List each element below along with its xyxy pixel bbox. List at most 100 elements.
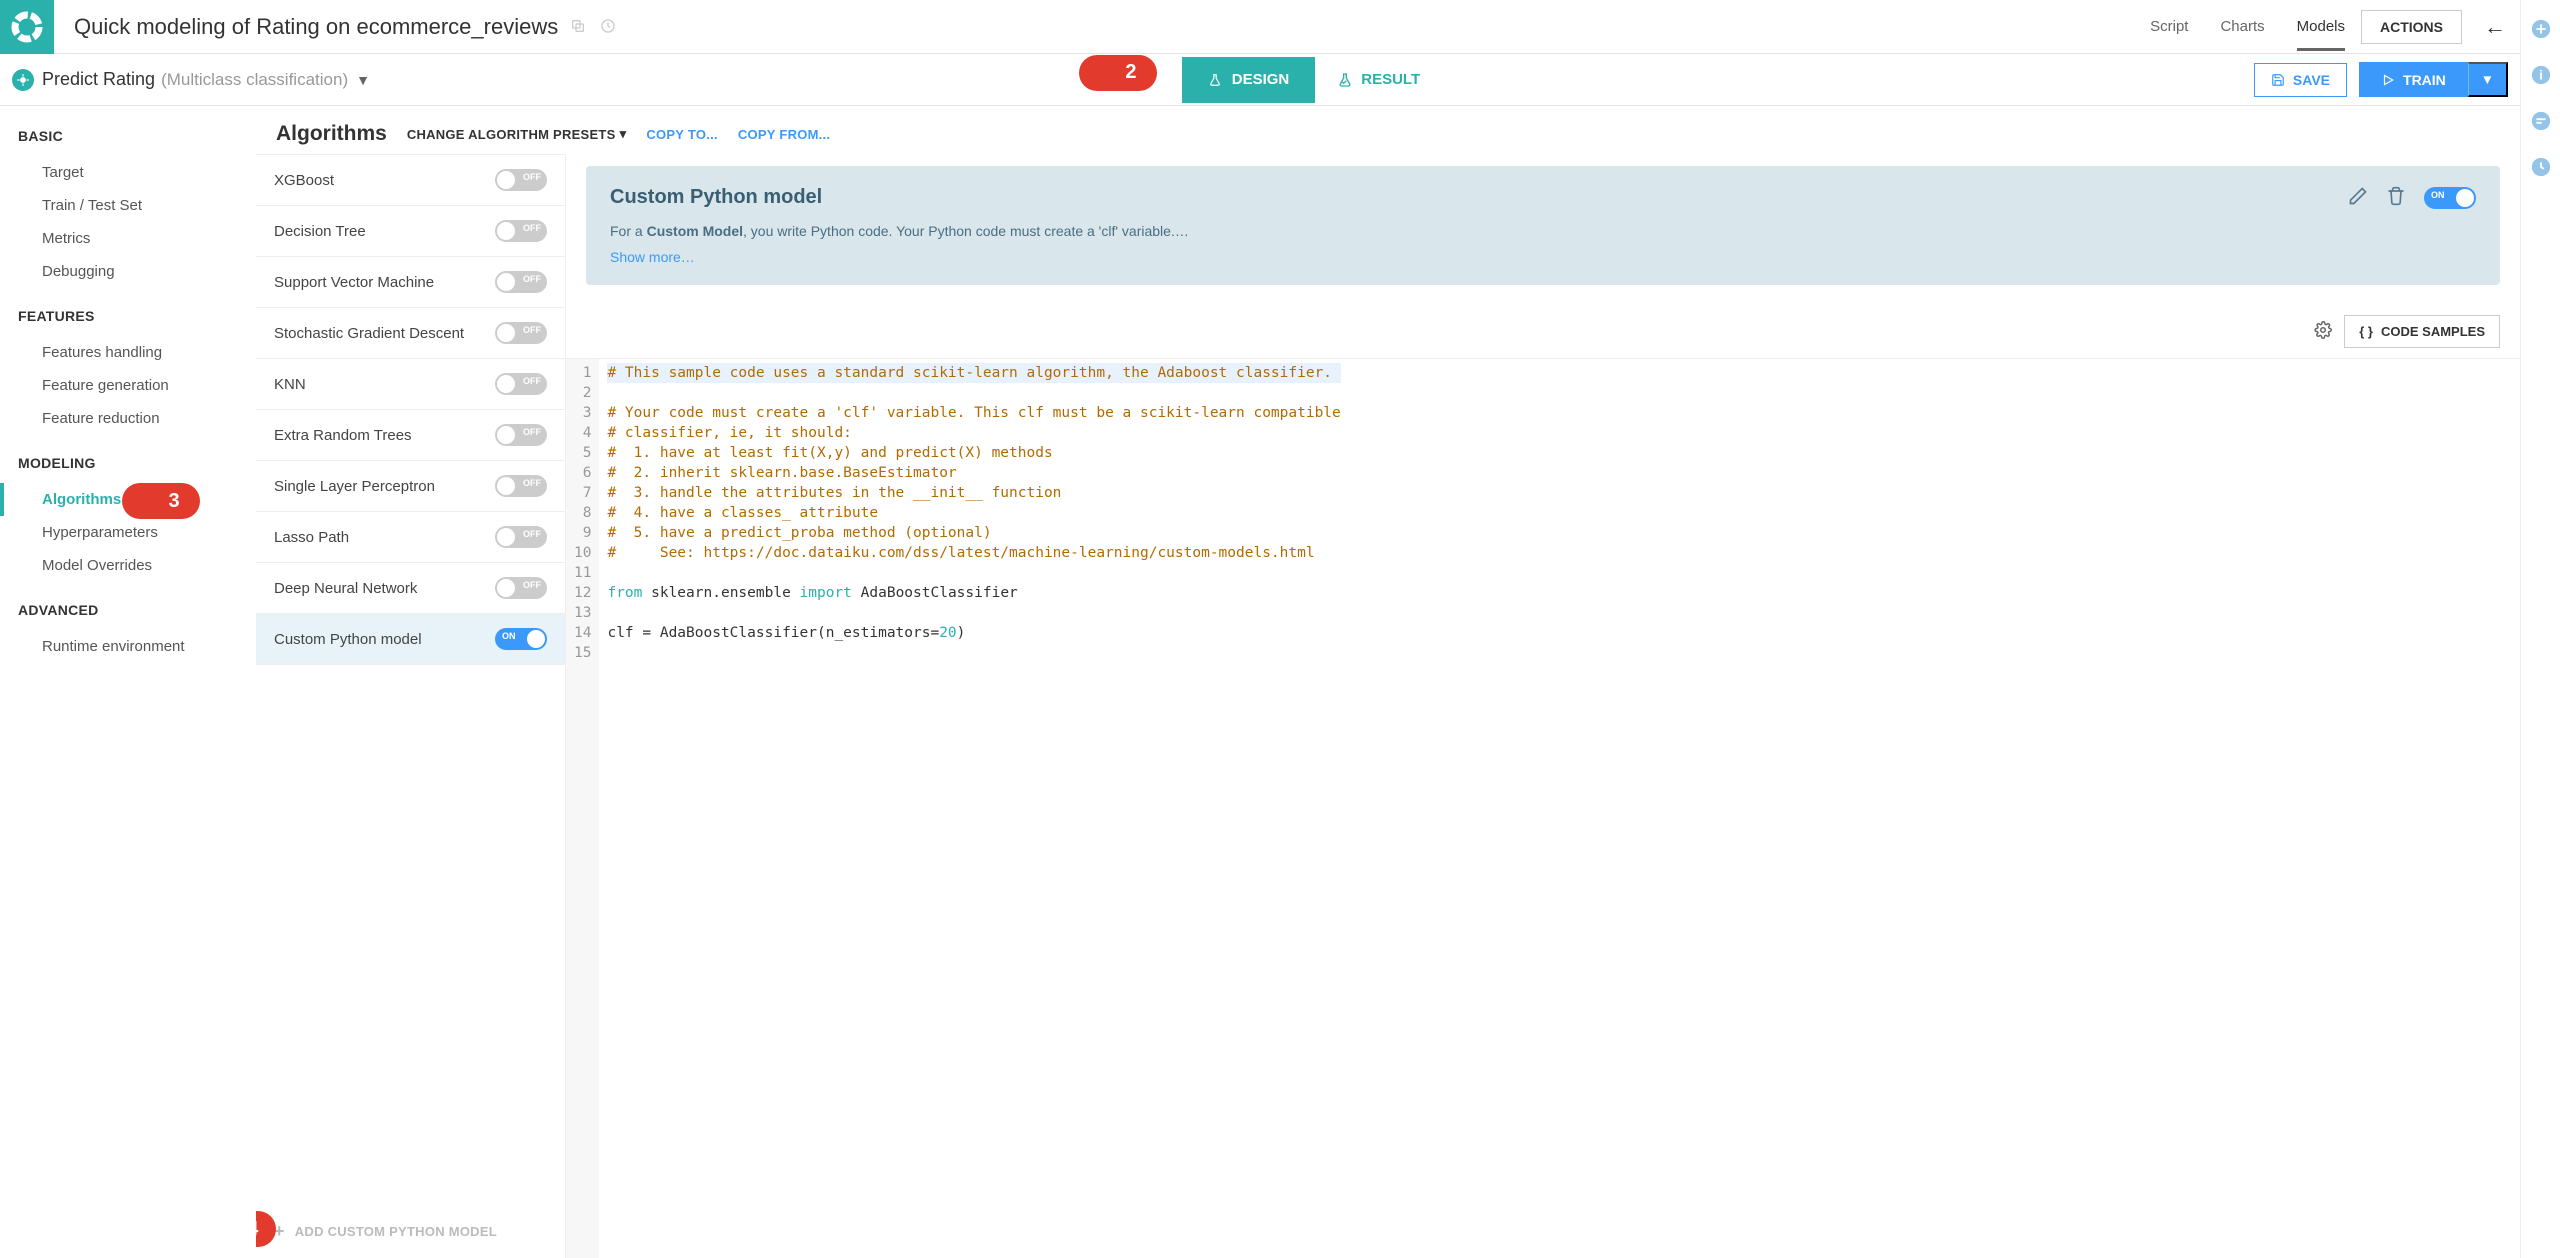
predict-dropdown-icon[interactable]: ▼ bbox=[356, 72, 370, 88]
sidebar-item-debugging[interactable]: Debugging bbox=[0, 255, 256, 288]
page-title-text: Quick modeling of Rating on ecommerce_re… bbox=[74, 14, 558, 40]
predict-label: Predict Rating bbox=[42, 69, 155, 90]
sidebar-item-train-test-set[interactable]: Train / Test Set bbox=[0, 189, 256, 222]
algo-item-knn[interactable]: KNN OFF bbox=[256, 359, 565, 410]
sidebar-item-feature-generation[interactable]: Feature generation bbox=[0, 369, 256, 402]
algo-item-support-vector-machine[interactable]: Support Vector Machine OFF bbox=[256, 257, 565, 308]
page-title: Quick modeling of Rating on ecommerce_re… bbox=[74, 14, 2150, 40]
custom-model-toggle[interactable]: ON bbox=[2424, 187, 2476, 209]
predict-badge-icon bbox=[12, 69, 34, 91]
delete-icon[interactable] bbox=[2386, 186, 2406, 209]
clock-circle-icon[interactable] bbox=[2530, 156, 2552, 178]
flask-icon bbox=[1208, 71, 1222, 89]
train-label: TRAIN bbox=[2403, 72, 2446, 88]
algo-item-label: KNN bbox=[274, 376, 306, 393]
algo-item-xgboost[interactable]: XGBoost OFF bbox=[256, 155, 565, 206]
algo-item-lasso-path[interactable]: Lasso PathOFF bbox=[256, 512, 565, 563]
save-button[interactable]: SAVE bbox=[2254, 63, 2347, 97]
code-body[interactable]: # This sample code uses a standard sciki… bbox=[599, 359, 1348, 1258]
add-custom-label: ADD CUSTOM PYTHON MODEL bbox=[295, 1224, 497, 1239]
back-arrow-icon[interactable]: ← bbox=[2484, 14, 2506, 40]
algo-item-label: XGBoost bbox=[274, 172, 334, 189]
algo-item-label: Decision Tree bbox=[274, 223, 366, 240]
train-button[interactable]: TRAIN bbox=[2359, 62, 2468, 97]
algo-item-stochastic-gradient-descent[interactable]: Stochastic Gradient Descent OFF bbox=[256, 308, 565, 359]
predict-subtitle: (Multiclass classification) bbox=[161, 70, 348, 90]
info-circle-icon[interactable]: i bbox=[2530, 64, 2552, 86]
algo-item-deep-neural-network[interactable]: Deep Neural Network OFF bbox=[256, 563, 565, 614]
custom-model-info-box: Custom Python model For a Custom Model, … bbox=[586, 166, 2500, 285]
algo-item-label: Support Vector Machine bbox=[274, 274, 434, 291]
svg-text:i: i bbox=[2539, 68, 2543, 83]
copy-from-button[interactable]: COPY FROM... bbox=[738, 127, 830, 142]
algo-item-single-layer-perceptron[interactable]: Single Layer PerceptronOFF bbox=[256, 461, 565, 512]
tab-charts[interactable]: Charts bbox=[2220, 2, 2264, 51]
result-label: RESULT bbox=[1361, 71, 1420, 88]
code-samples-label: CODE SAMPLES bbox=[2381, 324, 2485, 339]
algorithm-detail-panel: Custom Python model For a Custom Model, … bbox=[566, 154, 2520, 1258]
main-content: Algorithms CHANGE ALGORITHM PRESETS ▾ CO… bbox=[256, 106, 2520, 1258]
sidebar-item-hyperparameters[interactable]: Hyperparameters bbox=[0, 516, 256, 549]
algo-toggle[interactable]: OFF bbox=[495, 220, 547, 242]
algo-item-label: Deep Neural Network bbox=[274, 580, 417, 597]
add-custom-python-model-button[interactable]: 4 + ADD CUSTOM PYTHON MODEL bbox=[256, 1205, 565, 1258]
show-more-link[interactable]: Show more… bbox=[610, 249, 2328, 265]
algo-toggle[interactable]: OFF bbox=[495, 373, 547, 395]
sidebar-item-metrics[interactable]: Metrics bbox=[0, 222, 256, 255]
change-algorithm-presets-button[interactable]: CHANGE ALGORITHM PRESETS ▾ bbox=[407, 126, 627, 142]
algo-toggle[interactable]: ON bbox=[495, 628, 547, 650]
add-circle-icon[interactable] bbox=[2530, 18, 2552, 40]
tab-script[interactable]: Script bbox=[2150, 2, 2188, 51]
sidebar-item-features-handling[interactable]: Features handling bbox=[0, 336, 256, 369]
sidebar: BASIC Target Train / Test Set Metrics De… bbox=[0, 106, 256, 1258]
algorithms-title: Algorithms bbox=[276, 122, 387, 146]
tab-models[interactable]: Models bbox=[2297, 2, 2345, 51]
sidebar-item-target[interactable]: Target bbox=[0, 156, 256, 189]
info-description: For a Custom Model, you write Python cod… bbox=[610, 223, 2328, 239]
copy-icon[interactable] bbox=[570, 14, 586, 40]
gear-icon[interactable] bbox=[2314, 321, 2332, 342]
header-tabs: Script Charts Models bbox=[2150, 2, 2345, 51]
code-samples-button[interactable]: { } CODE SAMPLES bbox=[2344, 315, 2500, 348]
algo-toggle[interactable]: OFF bbox=[495, 322, 547, 344]
algo-item-custom-python-model[interactable]: Custom Python modelON bbox=[256, 614, 565, 665]
algo-item-extra-random-trees[interactable]: Extra Random Trees OFF bbox=[256, 410, 565, 461]
copy-to-button[interactable]: COPY TO... bbox=[646, 127, 717, 142]
actions-button[interactable]: ACTIONS bbox=[2361, 10, 2462, 44]
sidebar-item-runtime-environment[interactable]: Runtime environment bbox=[0, 630, 256, 663]
edit-icon[interactable] bbox=[2348, 186, 2368, 209]
chevron-down-icon: ▾ bbox=[620, 126, 627, 142]
sidebar-item-feature-reduction[interactable]: Feature reduction bbox=[0, 402, 256, 435]
algo-toggle[interactable]: OFF bbox=[495, 475, 547, 497]
sidebar-section-advanced: ADVANCED bbox=[18, 602, 238, 618]
result-button[interactable]: RESULT bbox=[1315, 57, 1442, 102]
play-icon bbox=[2381, 73, 2395, 87]
algorithms-header: Algorithms CHANGE ALGORITHM PRESETS ▾ CO… bbox=[256, 106, 2520, 146]
line-gutter: 123456789101112131415 bbox=[566, 359, 599, 1258]
algorithm-list-panel: XGBoostOFFDecision TreeOFFSupport Vector… bbox=[256, 154, 566, 1258]
annotation-2: 2 bbox=[1097, 55, 1157, 91]
subheader: Predict Rating (Multiclass classificatio… bbox=[0, 54, 2520, 106]
algo-toggle[interactable]: OFF bbox=[495, 271, 547, 293]
history-icon[interactable] bbox=[600, 14, 616, 40]
train-dropdown-button[interactable]: ▼ bbox=[2468, 62, 2508, 97]
right-rail: i bbox=[2520, 0, 2560, 1258]
sidebar-item-model-overrides[interactable]: Model Overrides bbox=[0, 549, 256, 582]
sidebar-section-features: FEATURES bbox=[18, 308, 238, 324]
algo-item-decision-tree[interactable]: Decision Tree OFF bbox=[256, 206, 565, 257]
annotation-3: 3 bbox=[140, 483, 200, 519]
algo-toggle[interactable]: OFF bbox=[495, 169, 547, 191]
flask-check-icon bbox=[1337, 72, 1353, 88]
algo-toggle[interactable]: OFF bbox=[495, 577, 547, 599]
sidebar-section-modeling: MODELING bbox=[18, 455, 238, 471]
chat-circle-icon[interactable] bbox=[2530, 110, 2552, 132]
algo-item-label: Extra Random Trees bbox=[274, 427, 412, 444]
app-logo[interactable] bbox=[0, 0, 54, 54]
code-editor[interactable]: 123456789101112131415 # This sample code… bbox=[566, 358, 2520, 1258]
code-toolbar: { } CODE SAMPLES bbox=[566, 305, 2520, 358]
algo-item-label: Stochastic Gradient Descent bbox=[274, 325, 464, 342]
design-button[interactable]: DESIGN bbox=[1182, 57, 1316, 103]
algo-toggle[interactable]: OFF bbox=[495, 526, 547, 548]
algo-toggle[interactable]: OFF bbox=[495, 424, 547, 446]
braces-icon: { } bbox=[2359, 324, 2373, 339]
